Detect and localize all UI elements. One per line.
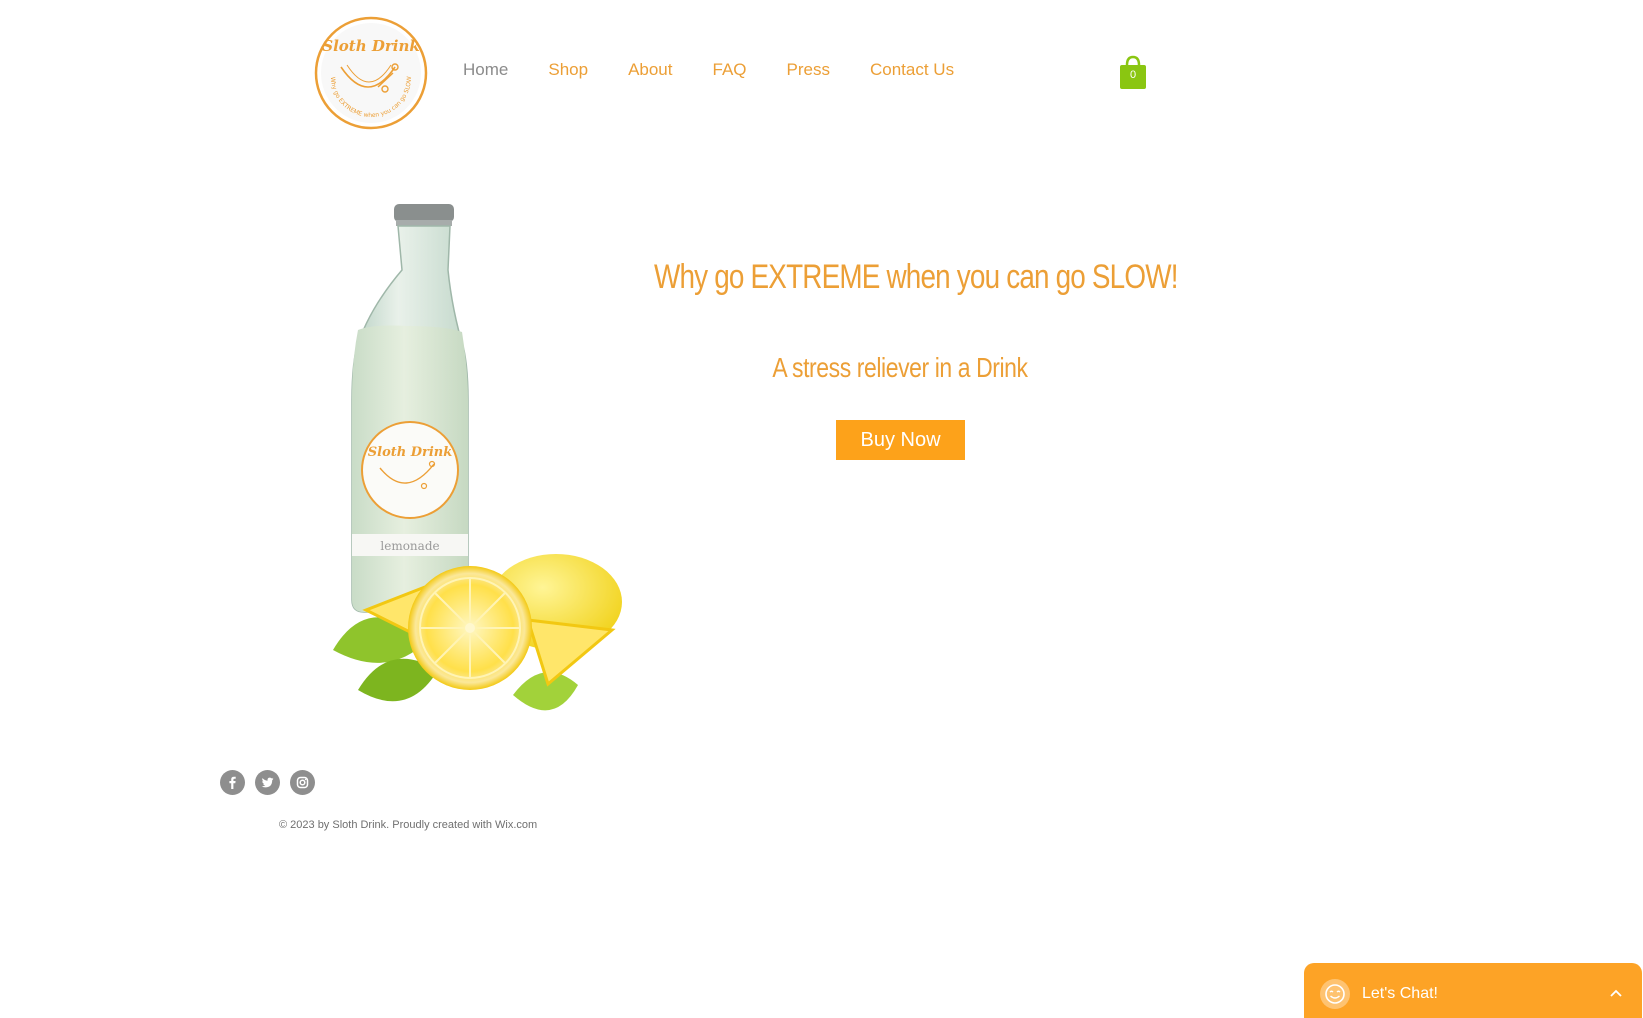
facebook-link[interactable] — [220, 770, 245, 795]
main-nav: Home Shop About FAQ Press Contact Us — [463, 60, 994, 80]
nav-home[interactable]: Home — [463, 60, 508, 80]
hero-subheadline: A stress reliever in a Drink — [772, 352, 1028, 383]
svg-text:Sloth Drink: Sloth Drink — [322, 37, 420, 55]
instagram-link[interactable] — [290, 770, 315, 795]
page: Sloth Drink Why go EXTREME when you can … — [0, 0, 1643, 1018]
cart-button[interactable]: 0 — [1119, 55, 1147, 91]
copyright-text: © 2023 by Sloth Drink. Proudly created w… — [279, 819, 538, 831]
chat-smiley-icon — [1320, 979, 1350, 1009]
svg-text:lemonade: lemonade — [380, 539, 439, 553]
nav-press[interactable]: Press — [787, 60, 830, 80]
sloth-drink-logo-icon: Sloth Drink Why go EXTREME when you can … — [313, 15, 428, 130]
nav-faq[interactable]: FAQ — [713, 60, 747, 80]
hero-headline: Why go EXTREME when you can go SLOW! — [654, 258, 1178, 296]
twitter-link[interactable] — [255, 770, 280, 795]
nav-about[interactable]: About — [628, 60, 672, 80]
buy-now-button[interactable]: Buy Now — [836, 420, 965, 460]
nav-shop[interactable]: Shop — [548, 60, 588, 80]
facebook-icon — [229, 776, 236, 789]
social-bar — [220, 770, 315, 795]
twitter-icon — [261, 777, 274, 788]
product-image: Sloth Drink lemonade — [328, 200, 648, 740]
chat-label: Let's Chat! — [1362, 985, 1438, 1002]
chat-widget[interactable]: Let's Chat! — [1304, 963, 1642, 1018]
lemonade-bottle-image: Sloth Drink lemonade — [333, 204, 622, 711]
nav-contact-us[interactable]: Contact Us — [870, 60, 954, 80]
instagram-icon — [296, 776, 309, 789]
site-logo[interactable]: Sloth Drink Why go EXTREME when you can … — [313, 15, 429, 131]
svg-text:Sloth Drink: Sloth Drink — [368, 445, 453, 460]
cart-count-badge: 0 — [1129, 69, 1137, 81]
chevron-up-icon[interactable] — [1608, 985, 1624, 1001]
